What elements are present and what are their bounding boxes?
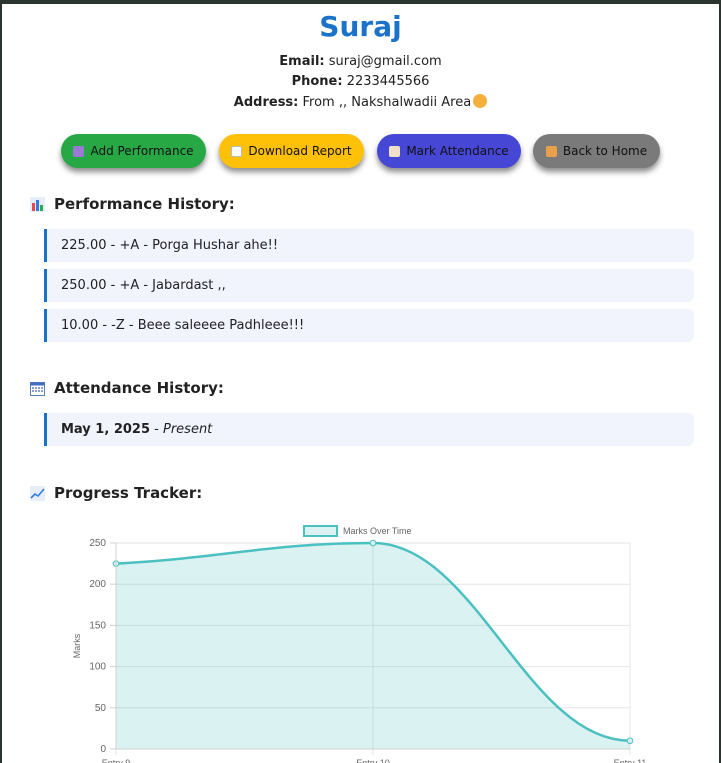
x-tick-label: Entry 11: [614, 758, 647, 763]
phone-label: Phone:: [291, 74, 343, 89]
y-tick-label: 200: [89, 579, 106, 590]
progress-chart: 0 50 100 150 200 250 Entry 9 Entry 10 Entry 11 Ma…: [2, 514, 719, 763]
y-tick-label: 0: [100, 744, 106, 755]
address-label: Address:: [233, 95, 299, 110]
data-point: [626, 737, 634, 745]
y-tick-label: 250: [89, 538, 106, 549]
mark-attendance-button[interactable]: Mark Attendance: [377, 134, 521, 168]
back-home-button[interactable]: Back to Home: [533, 134, 660, 168]
x-tick-label: Entry 9: [102, 758, 131, 763]
x-tick-label: Entry 10: [356, 758, 390, 763]
profile-page: Suraj Email: suraj@gmail.com Phone: 2233…: [2, 4, 719, 763]
data-point: [369, 539, 377, 547]
performance-text: 10.00 - -Z - Beee saleeee Padhleee!!!: [61, 318, 305, 333]
attendance-item: May 1, 2025 - Present: [44, 413, 694, 446]
add-performance-button[interactable]: Add Performance: [61, 134, 206, 168]
attendance-date: May 1, 2025: [61, 422, 151, 437]
document-icon: [231, 145, 243, 157]
download-report-button[interactable]: Download Report: [219, 134, 364, 168]
plus-icon: [73, 145, 85, 157]
performance-heading: Performance History:: [30, 195, 235, 213]
email-label: Email:: [279, 54, 325, 69]
series-area: [116, 543, 630, 749]
email-value: suraj@gmail.com: [328, 54, 442, 69]
download-report-label: Download Report: [248, 144, 352, 158]
memo-icon: [389, 145, 401, 157]
chart-svg: 0 50 100 150 200 250 Entry 9 Entry 10 Entry 11 Ma…: [72, 525, 647, 763]
phone-value: 2233445566: [346, 74, 430, 89]
calendar-icon: [30, 381, 45, 396]
bar-chart-icon: [30, 196, 45, 212]
progress-heading: Progress Tracker:: [30, 484, 202, 502]
add-performance-label: Add Performance: [90, 144, 194, 158]
performance-item: 10.00 - -Z - Beee saleeee Padhleee!!!: [44, 309, 694, 342]
legend-label: Marks Over Time: [343, 526, 412, 536]
email-line: Email: suraj@gmail.com: [2, 54, 719, 69]
performance-item: 225.00 - +A - Porga Hushar ahe!!: [44, 229, 694, 262]
student-name: Suraj: [319, 10, 402, 43]
attendance-separator: -: [150, 422, 163, 437]
mark-attendance-label: Mark Attendance: [406, 144, 509, 158]
performance-text: 250.00 - +A - Jabardast ,,: [61, 278, 226, 293]
attendance-heading: Attendance History:: [30, 379, 224, 397]
performance-text: 225.00 - +A - Porga Hushar ahe!!: [61, 238, 279, 253]
address-value: From ,, Nakshalwadii Area: [302, 95, 472, 110]
trend-chart-icon: [30, 485, 45, 501]
address-line: Address: From ,, Nakshalwadii Area: [2, 94, 719, 110]
phone-line: Phone: 2233445566: [2, 74, 719, 89]
y-tick-label: 100: [89, 662, 106, 673]
house-icon: [545, 145, 557, 157]
emoji-icon: [473, 94, 488, 108]
progress-title: Progress Tracker:: [54, 484, 203, 502]
back-home-label: Back to Home: [562, 144, 648, 158]
y-tick-label: 50: [95, 703, 107, 714]
legend-swatch: [303, 525, 338, 537]
attendance-status: Present: [162, 422, 213, 437]
y-tick-label: 150: [89, 620, 106, 631]
performance-title: Performance History:: [54, 195, 235, 213]
performance-item: 250.00 - +A - Jabardast ,,: [44, 269, 694, 302]
attendance-title: Attendance History:: [54, 379, 224, 397]
y-axis-label: Marks: [72, 633, 82, 658]
